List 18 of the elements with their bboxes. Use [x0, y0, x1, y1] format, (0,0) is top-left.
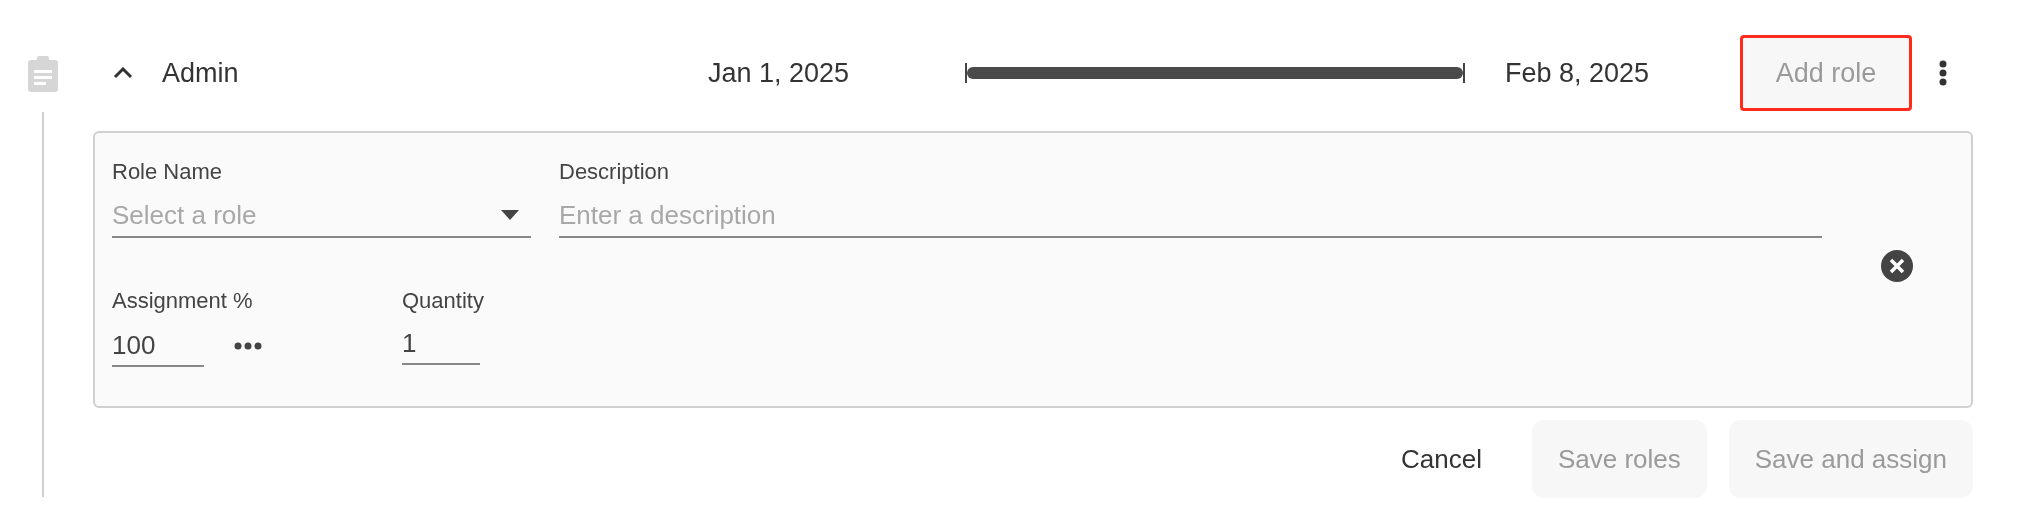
start-date: Jan 1, 2025 [708, 57, 850, 88]
row-title: Admin [162, 57, 239, 88]
cancel-button[interactable]: Cancel [1372, 420, 1510, 498]
field-label: Quantity [402, 287, 484, 315]
clipboard-icon [28, 56, 58, 92]
more-icon[interactable] [234, 342, 262, 350]
quantity-field[interactable]: 1 [402, 323, 480, 365]
field-label: Description [559, 158, 670, 186]
field-label: Role Name [112, 158, 223, 186]
field-label: Assignment % [112, 287, 253, 315]
remove-icon[interactable] [1880, 250, 1913, 282]
end-date: Feb 8, 2025 [1505, 57, 1650, 88]
assignment-field[interactable]: 100 [112, 325, 204, 367]
description-field[interactable]: Enter a description [559, 194, 1822, 238]
dropdown-arrow-icon [501, 210, 519, 220]
add-role-button[interactable]: Add role [1740, 35, 1912, 111]
role-select[interactable]: Select a role [112, 194, 531, 238]
more-options-icon[interactable] [1938, 60, 1947, 86]
